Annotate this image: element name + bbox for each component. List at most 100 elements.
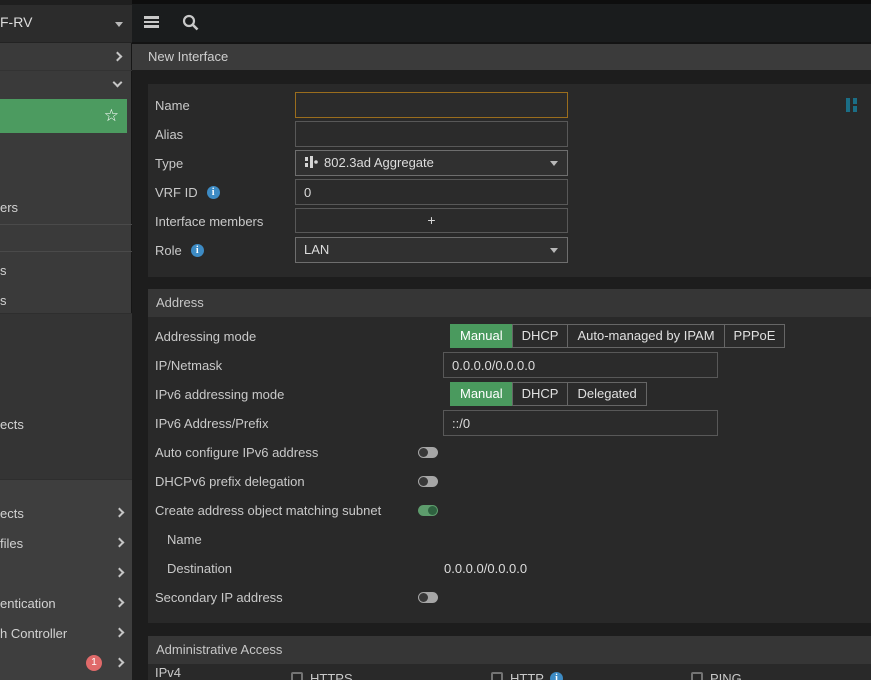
http-checkbox[interactable] [491, 672, 503, 680]
https-option[interactable]: HTTPS [291, 672, 353, 680]
sidebar-item-label: ers [0, 200, 18, 215]
sidebar-item[interactable]: ers [0, 193, 132, 223]
chevron-down-icon [550, 161, 558, 166]
chevron-right-icon [115, 508, 125, 518]
favorite-star-icon[interactable]: ☆ [104, 106, 119, 126]
segment-pppoe[interactable]: PPPoE [724, 324, 786, 348]
sidebar-divider [0, 251, 132, 252]
type-label: Type [155, 149, 183, 178]
type-dropdown[interactable]: 802.3ad Aggregate [295, 150, 568, 176]
secondary-ip-label: Secondary IP address [155, 583, 283, 612]
ipv4-label: IPv4 [155, 665, 181, 680]
chevron-right-icon [115, 538, 125, 548]
top-bar [132, 0, 871, 44]
chevron-right-icon [113, 52, 123, 62]
segment-manual[interactable]: Manual [450, 324, 513, 348]
segment-dhcp[interactable]: DHCP [512, 324, 569, 348]
sidebar-item-label: files [0, 536, 23, 551]
vrf-label: VRF ID [155, 178, 220, 207]
sidebar-item-label: entication [0, 596, 56, 611]
interface-members-label: Interface members [155, 207, 263, 236]
auto-ipv6-label: Auto configure IPv6 address [155, 438, 318, 467]
dhcpv6-pd-label: DHCPv6 prefix delegation [155, 467, 305, 496]
device-name: F-RV [0, 14, 32, 30]
chevron-down-icon [550, 248, 558, 253]
sidebar-item[interactable] [0, 558, 132, 588]
info-icon[interactable] [550, 672, 563, 680]
ping-label: PING [710, 672, 742, 680]
type-value: 802.3ad Aggregate [324, 155, 434, 170]
main-content: Name Alias Type [132, 70, 871, 680]
dhcpv6-pd-toggle[interactable] [418, 476, 438, 487]
ipv6-address-label: IPv6 Address/Prefix [155, 409, 268, 438]
sidebar-item[interactable]: 1 [0, 648, 132, 678]
sidebar-item-selected[interactable]: ☆ [0, 99, 127, 133]
vrf-input[interactable] [295, 179, 568, 205]
http-label: HTTP [510, 672, 563, 680]
secondary-ip-toggle[interactable] [418, 592, 438, 603]
addressing-mode-segments: Manual DHCP Auto-managed by IPAM PPPoE [450, 324, 785, 348]
sidebar-item[interactable]: ects [0, 498, 132, 528]
http-option[interactable]: HTTP [491, 672, 563, 680]
auto-ipv6-toggle[interactable] [418, 447, 438, 458]
ipv6-mode-segments: Manual DHCP Delegated [450, 382, 647, 406]
sidebar-item[interactable]: files [0, 528, 132, 558]
chevron-right-icon [115, 568, 125, 578]
aggregate-interface-icon [846, 97, 858, 113]
ping-option[interactable]: PING [691, 672, 742, 680]
sidebar-item[interactable]: h Controller [0, 618, 132, 648]
ipv6-address-input[interactable] [443, 410, 718, 436]
create-address-object-label: Create address object matching subnet [155, 496, 381, 525]
sidebar: F-RV ☆ ers s s ects ect [0, 0, 132, 680]
alias-label: Alias [155, 120, 183, 149]
object-destination-value: 0.0.0.0/0.0.0.0 [444, 554, 527, 583]
https-label: HTTPS [310, 672, 353, 680]
sidebar-item[interactable]: ects [0, 409, 132, 439]
interface-form-panel: Name Alias Type [148, 84, 871, 277]
ping-checkbox[interactable] [691, 672, 703, 680]
page-title: New Interface [132, 44, 871, 70]
chevron-down-icon [115, 22, 123, 27]
https-checkbox[interactable] [291, 672, 303, 680]
sidebar-item[interactable]: s [0, 255, 132, 285]
sidebar-item[interactable]: s [0, 285, 132, 315]
address-section-header: Address [148, 289, 871, 317]
chevron-right-icon [115, 598, 125, 608]
admin-access-section-header: Administrative Access [148, 636, 871, 664]
sidebar-item-collapsed[interactable] [0, 43, 132, 71]
sidebar-item-label: ects [0, 506, 24, 521]
app-window: F-RV ☆ ers s s ects ect [0, 0, 871, 680]
ipv6-mode-label: IPv6 addressing mode [155, 380, 284, 409]
segment-ipv6-dhcp[interactable]: DHCP [512, 382, 569, 406]
search-icon[interactable] [182, 14, 199, 31]
device-selector[interactable]: F-RV [0, 0, 132, 43]
sidebar-item[interactable]: entication [0, 588, 132, 618]
name-label: Name [155, 91, 190, 120]
info-icon[interactable] [191, 244, 204, 257]
info-icon[interactable] [207, 186, 220, 199]
alias-input[interactable] [295, 121, 568, 147]
sidebar-item-expanded[interactable] [0, 71, 132, 99]
add-interface-member-button[interactable]: + [295, 208, 568, 233]
chevron-right-icon [115, 658, 125, 668]
segment-ipv6-manual[interactable]: Manual [450, 382, 513, 406]
name-input[interactable] [295, 92, 568, 118]
role-dropdown[interactable]: LAN [295, 237, 568, 263]
menu-hamburger-icon[interactable] [144, 16, 159, 28]
chevron-down-icon [113, 78, 123, 88]
sidebar-item-label: ects [0, 417, 24, 432]
object-name-label: Name [167, 525, 202, 554]
aggregate-type-icon [304, 155, 318, 169]
sidebar-divider [0, 224, 132, 225]
segment-ipv6-delegated[interactable]: Delegated [567, 382, 646, 406]
ip-netmask-label: IP/Netmask [155, 351, 222, 380]
ip-netmask-input[interactable] [443, 352, 718, 378]
sidebar-item-label: h Controller [0, 626, 67, 641]
address-panel: Addressing mode Manual DHCP Auto-managed… [148, 317, 871, 623]
segment-ipam[interactable]: Auto-managed by IPAM [567, 324, 724, 348]
notification-badge: 1 [86, 655, 102, 671]
sidebar-submenu-block: ects [0, 313, 132, 479]
create-address-object-toggle[interactable] [418, 505, 438, 516]
admin-access-panel: IPv4 HTTPS HTTP PING [148, 664, 871, 680]
addressing-mode-label: Addressing mode [155, 322, 256, 351]
